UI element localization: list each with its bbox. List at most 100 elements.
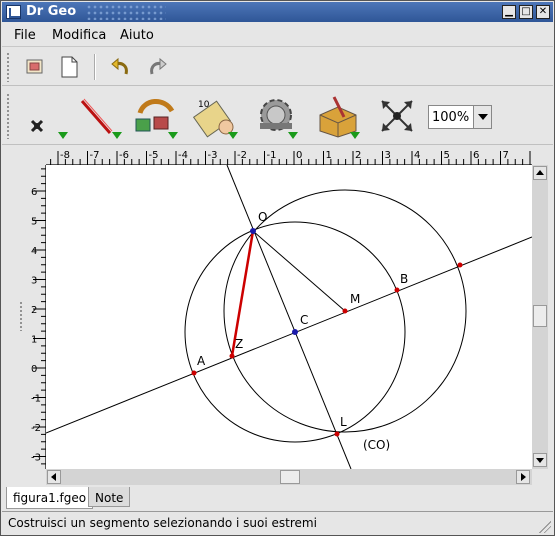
- macro-tools-button[interactable]: [252, 93, 300, 139]
- point-tools-button[interactable]: [22, 93, 70, 139]
- ruler-label: -2: [31, 423, 41, 434]
- drawing-canvas[interactable]: O M B C Z A L (CO): [46, 165, 532, 469]
- ruler-label: -8: [60, 150, 70, 161]
- tab-figura1-label: figura1.fgeo: [13, 491, 87, 505]
- line-tools-button[interactable]: [76, 93, 124, 139]
- redo-button[interactable]: [144, 54, 170, 80]
- dropdown-arrow: [228, 132, 238, 139]
- vertical-ruler: 6 5 4 3 2 1 0 -1 -2 -3: [29, 165, 46, 469]
- ruler-label: 5: [444, 150, 450, 161]
- side-grip[interactable]: [19, 301, 23, 331]
- toolbar-grip[interactable]: [6, 93, 11, 139]
- window-title: Dr Geo: [26, 4, 77, 19]
- zoom-dropdown-button[interactable]: [473, 106, 491, 128]
- ruler-label: -3: [31, 453, 41, 464]
- scroll-left-button[interactable]: [47, 470, 61, 484]
- segment-om[interactable]: [252, 230, 346, 312]
- menu-file-label: File: [14, 28, 36, 43]
- label-m: M: [350, 292, 360, 306]
- minimize-button[interactable]: ▁: [502, 5, 516, 19]
- menu-modifica-label: Modifica: [52, 28, 107, 43]
- menu-aiuto[interactable]: Aiuto: [120, 28, 154, 43]
- undo-button[interactable]: [108, 54, 134, 80]
- point-o[interactable]: [250, 228, 256, 234]
- ruler-label: -2: [237, 150, 247, 161]
- tab-note[interactable]: Note: [88, 487, 131, 507]
- label-z: Z: [235, 337, 243, 351]
- ruler-label: -1: [267, 150, 277, 161]
- close-button[interactable]: ✕: [536, 5, 550, 19]
- label-co: (CO): [363, 438, 390, 452]
- menu-file[interactable]: File: [14, 28, 36, 43]
- new-document-icon: [61, 56, 78, 78]
- ruler-label: 6: [31, 187, 37, 198]
- vertical-scroll-thumb[interactable]: [533, 305, 547, 327]
- horizontal-ruler: -8 -7 -6 -5 -4 -3 -2 -1 0 1 2 3 4 5 6 7: [46, 147, 532, 165]
- document-tabs: figura1.fgeo Note: [2, 487, 553, 511]
- ruler-label: 5: [31, 217, 37, 228]
- standard-toolbar: [2, 48, 553, 86]
- dropdown-arrow: [350, 132, 360, 139]
- point-l[interactable]: [334, 431, 340, 437]
- label-c: C: [300, 313, 308, 327]
- arrow-up-icon: [536, 170, 544, 175]
- transformation-tools-button[interactable]: [132, 93, 180, 139]
- scroll-down-button[interactable]: [533, 453, 547, 467]
- menu-aiuto-label: Aiuto: [120, 28, 154, 43]
- ruler-label: -6: [119, 150, 129, 161]
- point-c[interactable]: [292, 329, 298, 335]
- open-icon: [26, 59, 43, 74]
- menu-bar: File Modifica Aiuto: [2, 23, 553, 47]
- ruler-label: -7: [90, 150, 100, 161]
- point-z[interactable]: [229, 353, 235, 359]
- ruler-label: -4: [178, 150, 188, 161]
- point-b[interactable]: [394, 287, 400, 293]
- ruler-label: 0: [296, 150, 302, 161]
- arrow-right-icon: [521, 473, 526, 481]
- ruler-label: 4: [31, 246, 37, 257]
- title-bar[interactable]: Dr Geo ▁ □ ✕: [2, 2, 553, 22]
- status-message: Costruisci un segmento selezionando i su…: [8, 516, 317, 530]
- geometry-toolbar: 10 100%: [2, 87, 553, 145]
- redo-icon: [150, 57, 167, 75]
- ruler-label: -1: [31, 394, 41, 405]
- horizontal-scroll-thumb[interactable]: [280, 470, 300, 484]
- app-icon[interactable]: [6, 5, 21, 19]
- numeric-tools-button[interactable]: 10: [192, 93, 240, 139]
- arrow-down-icon: [536, 458, 544, 463]
- ruler-label: -5: [149, 150, 159, 161]
- arrow-left-icon: [51, 473, 56, 481]
- tab-note-label: Note: [95, 491, 124, 505]
- dropdown-arrow: [112, 132, 122, 139]
- ruler-label: 0: [31, 364, 37, 375]
- titlebar-decoration: [86, 4, 166, 20]
- menu-modifica[interactable]: Modifica: [52, 28, 106, 43]
- zoom-value: 100%: [432, 110, 470, 125]
- resize-grip[interactable]: [539, 521, 551, 533]
- toolbar-grip[interactable]: [6, 52, 11, 82]
- ruler-label: 1: [326, 150, 332, 161]
- new-file-button[interactable]: [56, 54, 82, 80]
- vertical-scrollbar[interactable]: [532, 165, 548, 469]
- status-bar: Costruisci un segmento selezionando i su…: [2, 511, 553, 535]
- scroll-right-button[interactable]: [516, 470, 530, 484]
- horizontal-scrollbar[interactable]: [46, 469, 532, 485]
- ruler-label: 1: [31, 335, 37, 346]
- ruler-label: 3: [385, 150, 391, 161]
- scroll-up-button[interactable]: [533, 166, 547, 180]
- move-icon: [381, 100, 413, 132]
- zoom-select[interactable]: 100%: [428, 105, 492, 129]
- label-b: B: [400, 272, 408, 286]
- move-tool-button[interactable]: [374, 93, 422, 139]
- label-o: O: [258, 210, 267, 224]
- other-tools-button[interactable]: [314, 93, 362, 139]
- ruler-label: 6: [473, 150, 479, 161]
- tab-figura1[interactable]: figura1.fgeo: [6, 487, 94, 509]
- maximize-button[interactable]: □: [519, 5, 533, 19]
- point-a[interactable]: [191, 370, 197, 376]
- open-file-button[interactable]: [22, 54, 48, 80]
- point-m[interactable]: [342, 308, 348, 314]
- dropdown-arrow: [168, 132, 178, 139]
- dropdown-arrow: [58, 132, 68, 139]
- point-intersection[interactable]: [457, 262, 463, 268]
